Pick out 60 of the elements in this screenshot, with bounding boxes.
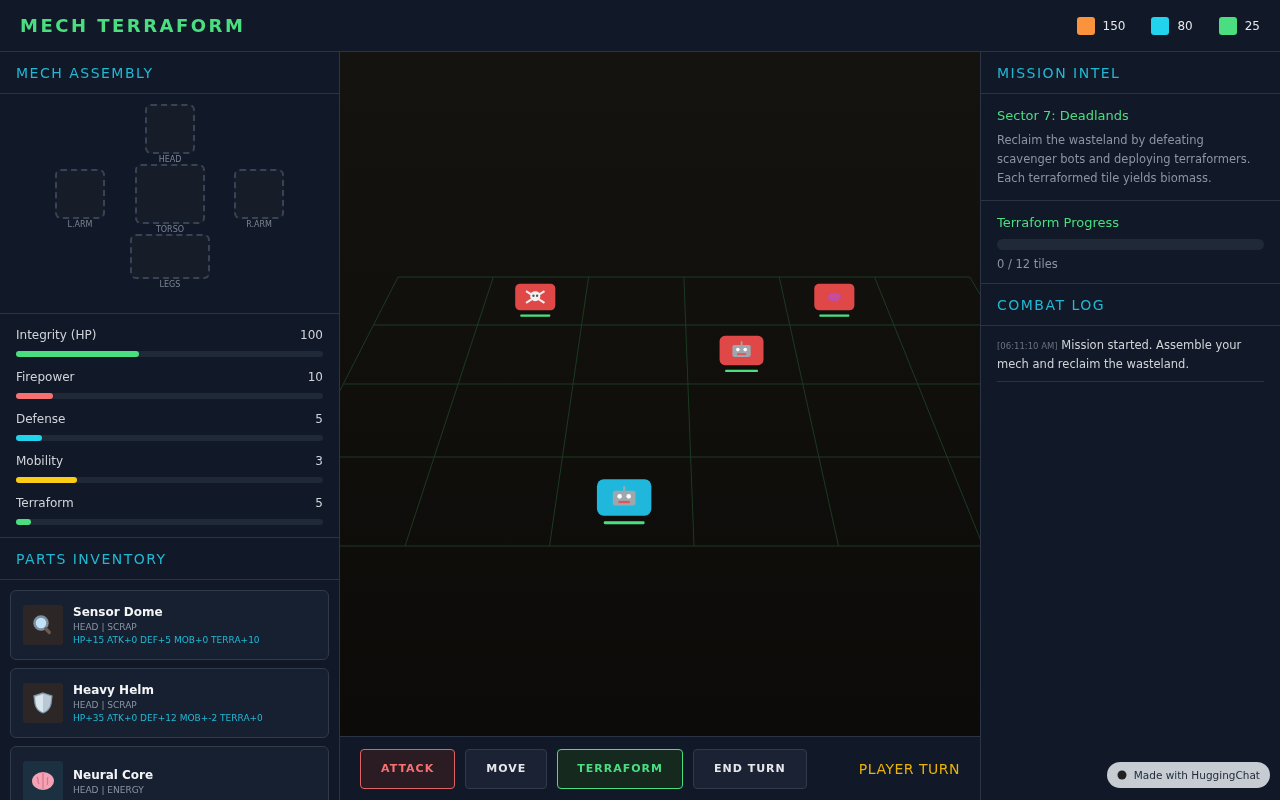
part-card[interactable]: Sensor Dome HEAD | SCRAP HP+15 ATK+0 DEF+5 MOB+0 TERRA+10 [10, 590, 329, 660]
stat-label: Firepower [16, 370, 75, 384]
mission-description: Reclaim the wasteland by defeating scavenger bots and deploying terraformers. Each terraformed tile yields biomass. [997, 132, 1252, 187]
stat-value: 10 [307, 370, 323, 384]
turn-indicator: PLAYER TURN [858, 760, 960, 777]
enemy-unit[interactable] [719, 335, 764, 366]
part-name: Sensor Dome [73, 605, 164, 619]
brain-icon [31, 771, 55, 791]
part-name: Neural Core [73, 767, 154, 782]
slot-label: HEAD [158, 155, 182, 164]
part-type: HEAD | SCRAP [73, 700, 138, 710]
player-mech[interactable] [596, 479, 652, 516]
part-slot[interactable] [130, 234, 210, 279]
part-stats: HP+15 ATK+0 DEF+5 MOB+0 TERRA+10 [73, 635, 260, 645]
part-slot[interactable] [55, 169, 105, 219]
end-button[interactable]: END TURN [693, 748, 807, 789]
move-button[interactable]: MOVE [465, 748, 548, 789]
part-name: Heavy Helm [73, 683, 155, 697]
part-type: HEAD | ENERGY [73, 784, 145, 795]
game-title: MECH TERRAFORM [20, 15, 246, 36]
part-stats: HP+35 ATK+0 DEF+12 MOB+-2 TERRA+0 [73, 713, 263, 723]
stat-value: 5 [315, 496, 323, 510]
panel-title: MISSION INTEL [997, 64, 1121, 81]
panel-title: MECH ASSEMBLY [16, 64, 154, 81]
attack-button[interactable]: ATTACK [360, 748, 456, 789]
panel-title: PARTS INVENTORY [16, 550, 167, 567]
stat-value: 5 [315, 412, 323, 426]
part-slot[interactable] [234, 169, 284, 219]
slot-label: R.ARM [246, 220, 272, 229]
stat-label: Terraform [16, 496, 74, 510]
made-with-badge[interactable]: Made with HuggingChat [1106, 762, 1270, 788]
part-type: HEAD | SCRAP [73, 622, 138, 632]
resource-count: 150 [1102, 18, 1126, 33]
progress-title: Terraform Progress [997, 215, 1121, 230]
health-bar [819, 314, 850, 317]
health-bar [603, 521, 645, 525]
log-entry: [06:11:10 AM] Mission started. Assemble your mech and reclaim the wasteland. [997, 337, 1243, 373]
part-card[interactable]: Neural Core HEAD | ENERGY [10, 746, 329, 800]
shield-icon [33, 692, 53, 714]
magnifier-icon [32, 614, 54, 636]
stat-value: 3 [315, 454, 323, 468]
stat-label: Mobility [16, 454, 64, 468]
resource-count: 25 [1244, 18, 1260, 33]
part-card[interactable]: Heavy Helm HEAD | SCRAP HP+35 ATK+0 DEF+12 MOB+-2 TERRA+0 [10, 668, 329, 738]
health-bar [520, 314, 551, 317]
slot-label: TORSO [155, 225, 185, 234]
stat-label: Integrity (HP) [16, 328, 97, 342]
stat-label: Defense [16, 412, 66, 426]
enemy-unit[interactable] [515, 283, 556, 311]
panel-title: COMBAT LOG [997, 296, 1106, 313]
part-slot[interactable] [135, 164, 205, 224]
stat-value: 100 [300, 328, 323, 342]
sector-title: Sector 7: Deadlands [997, 108, 1130, 123]
health-bar [725, 369, 758, 372]
slot-label: LEGS [159, 280, 181, 289]
slot-label: L.ARM [67, 220, 93, 229]
progress-text: 0 / 12 tiles [997, 257, 1059, 271]
resource-count: 80 [1177, 18, 1193, 33]
part-slot[interactable] [145, 104, 195, 154]
terraform-button[interactable]: TERRAFORM [557, 748, 683, 789]
